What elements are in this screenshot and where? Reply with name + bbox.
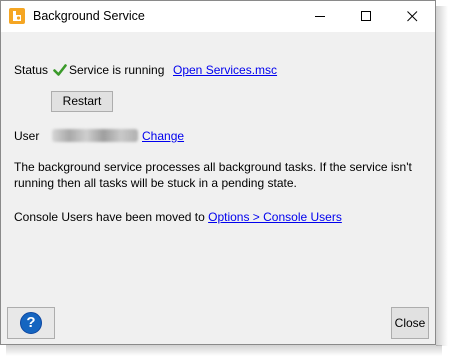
status-text: Service is running: [69, 63, 165, 77]
user-label: User: [14, 129, 40, 143]
close-icon: [407, 11, 418, 22]
maximize-button[interactable]: [344, 1, 390, 32]
maximize-icon: [361, 11, 371, 21]
redacted-username: [52, 129, 138, 142]
window-title: Background Service: [33, 9, 145, 23]
status-label: Status: [14, 63, 49, 77]
change-user-link[interactable]: Change: [142, 129, 184, 143]
close-button[interactable]: Close: [391, 307, 429, 339]
restart-button[interactable]: Restart: [51, 91, 113, 112]
title-bar[interactable]: Background Service: [1, 1, 435, 32]
checkmark-icon: [53, 64, 67, 76]
help-icon: ?: [20, 312, 42, 334]
open-services-link[interactable]: Open Services.msc: [173, 63, 277, 77]
console-users-notice: Console Users have been moved to Options…: [14, 210, 342, 224]
service-description: The background service processes all bac…: [14, 160, 412, 190]
dialog-content: Status Service is running Open Services.…: [1, 32, 435, 344]
window-shadow-bottom: [6, 345, 442, 356]
app-logo-icon: [9, 8, 25, 24]
console-users-text: Console Users have been moved to: [14, 210, 209, 224]
console-users-link[interactable]: Options > Console Users: [208, 210, 342, 224]
window-shadow-right: [436, 6, 448, 346]
minimize-icon: [315, 16, 325, 17]
close-window-button[interactable]: [390, 1, 436, 32]
minimize-button[interactable]: [298, 1, 344, 32]
help-button[interactable]: ?: [7, 307, 55, 339]
background-service-dialog: Background Service Status Service is run…: [0, 0, 436, 345]
